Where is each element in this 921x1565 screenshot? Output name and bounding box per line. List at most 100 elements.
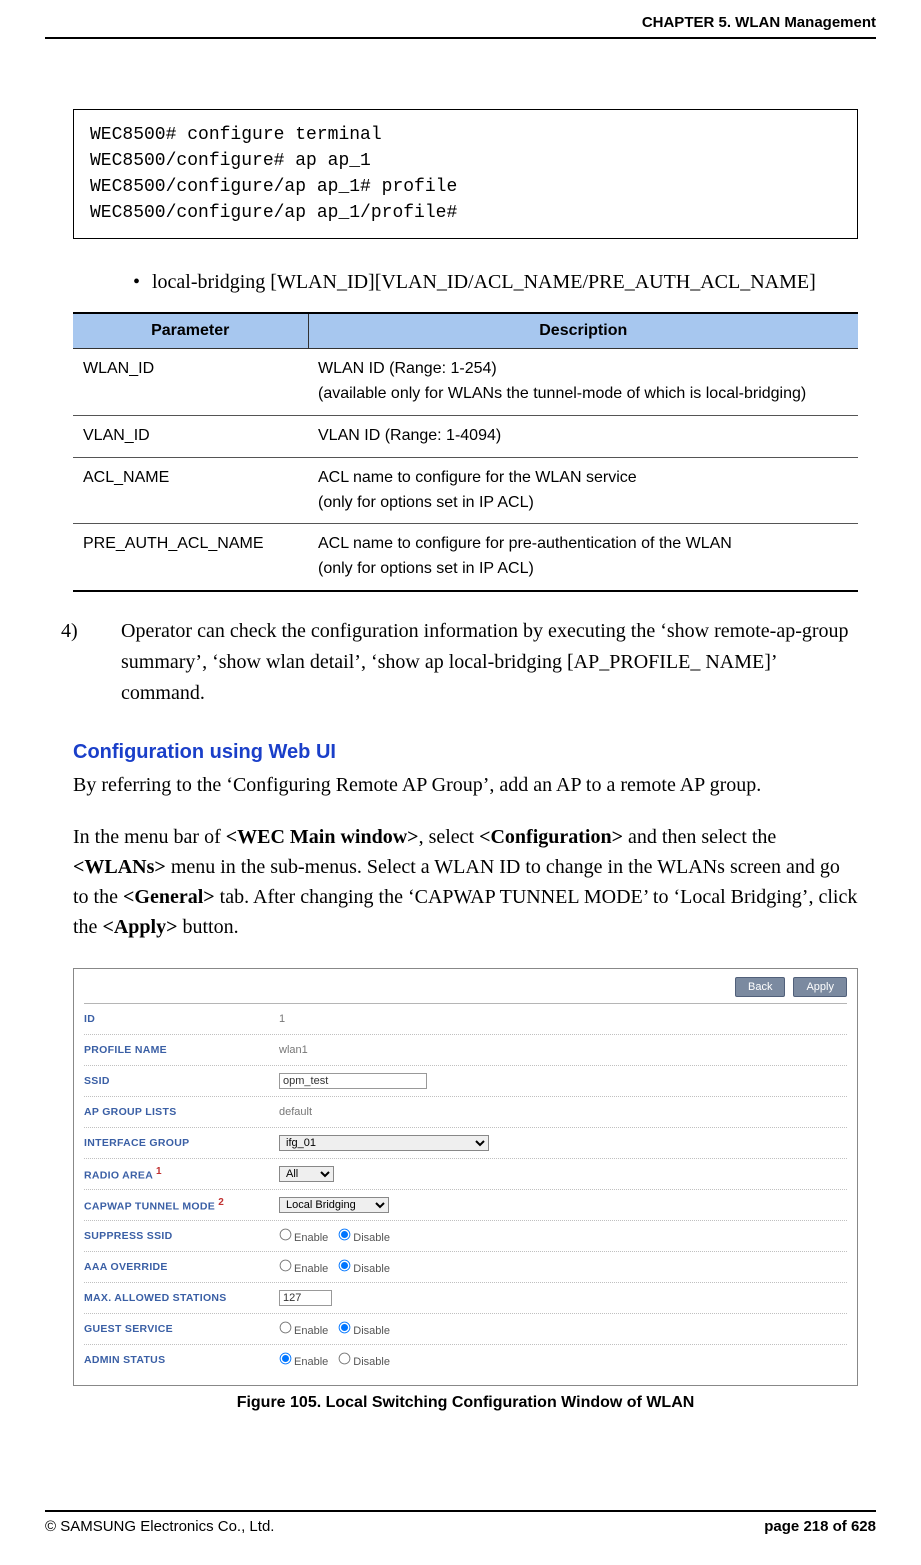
param-cell: VLAN_ID: [73, 415, 308, 457]
footer-rule: [45, 1510, 876, 1512]
radio-option-enable[interactable]: Enable: [279, 1352, 328, 1368]
table-header-description: Description: [308, 313, 858, 349]
row-capwap-tunnel-mode: CAPWAP TUNNEL MODE 2 Local Bridging: [84, 1190, 847, 1221]
param-cell: WLAN_ID: [73, 349, 308, 416]
table-row: PRE_AUTH_ACL_NAME ACL name to configure …: [73, 524, 858, 591]
code-line: WEC8500# configure terminal: [90, 125, 382, 145]
value-ap-group-lists: default: [279, 1106, 312, 1118]
step-text: Operator can check the configuration inf…: [121, 620, 849, 704]
radio-enable[interactable]: [280, 1229, 292, 1241]
footnote-marker: 2: [218, 1197, 224, 1208]
radio-enable[interactable]: [280, 1260, 292, 1272]
radio-area-select[interactable]: All: [279, 1166, 334, 1182]
bullet-local-bridging: • local-bridging [WLAN_ID][VLAN_ID/ACL_N…: [133, 271, 858, 294]
step-4: 4)Operator can check the configuration i…: [73, 616, 858, 709]
label-ap-group-lists: AP GROUP LISTS: [84, 1106, 279, 1118]
radio-label: Disable: [353, 1232, 390, 1244]
row-aaa-override: AAA OVERRIDE Enable Disable: [84, 1252, 847, 1283]
radio-enable[interactable]: [280, 1322, 292, 1334]
desc-cell: VLAN ID (Range: 1-4094): [308, 415, 858, 457]
param-cell: PRE_AUTH_ACL_NAME: [73, 524, 308, 591]
label-radio-area: RADIO AREA 1: [84, 1166, 279, 1182]
admin-status-radio-group: Enable Disable: [279, 1352, 390, 1368]
row-max-allowed-stations: MAX. ALLOWED STATIONS: [84, 1283, 847, 1314]
row-ssid: SSID: [84, 1066, 847, 1097]
code-line: WEC8500/configure/ap ap_1# profile: [90, 177, 457, 197]
page-footer: © SAMSUNG Electronics Co., Ltd. page 218…: [45, 1510, 876, 1535]
radio-disable[interactable]: [339, 1353, 351, 1365]
bold: <General>: [123, 886, 215, 908]
bold: <Configuration>: [479, 826, 623, 848]
row-ap-group-lists: AP GROUP LISTS default: [84, 1097, 847, 1128]
radio-option-disable[interactable]: Disable: [338, 1259, 390, 1275]
bold: <Apply>: [102, 916, 177, 938]
radio-label: Enable: [294, 1263, 328, 1275]
label-text: RADIO AREA: [84, 1170, 153, 1182]
table-row: ACL_NAME ACL name to configure for the W…: [73, 457, 858, 524]
radio-label: Disable: [353, 1325, 390, 1337]
aaa-override-radio-group: Enable Disable: [279, 1259, 390, 1275]
radio-label: Disable: [353, 1356, 390, 1368]
apply-button[interactable]: Apply: [793, 977, 847, 997]
step-number: 4): [91, 616, 121, 647]
label-ssid: SSID: [84, 1075, 279, 1087]
table-row: WLAN_ID WLAN ID (Range: 1-254) (availabl…: [73, 349, 858, 416]
code-line: WEC8500/configure/ap ap_1/profile#: [90, 203, 457, 223]
table-header-parameter: Parameter: [73, 313, 308, 349]
toolbar: Back Apply: [84, 977, 847, 997]
footer-copyright: © SAMSUNG Electronics Co., Ltd.: [45, 1518, 274, 1535]
page-content: WEC8500# configure terminal WEC8500/conf…: [45, 39, 876, 1412]
desc-cell: WLAN ID (Range: 1-254) (available only f…: [308, 349, 858, 416]
radio-disable[interactable]: [339, 1229, 351, 1241]
max-allowed-stations-input[interactable]: [279, 1290, 332, 1306]
text: and then select the: [623, 826, 776, 848]
label-guest-service: GUEST SERVICE: [84, 1323, 279, 1335]
radio-option-disable[interactable]: Disable: [338, 1352, 390, 1368]
radio-option-enable[interactable]: Enable: [279, 1228, 328, 1244]
param-cell: ACL_NAME: [73, 457, 308, 524]
desc-cell: ACL name to configure for pre-authentica…: [308, 524, 858, 591]
radio-label: Disable: [353, 1263, 390, 1275]
label-suppress-ssid: SUPPRESS SSID: [84, 1230, 279, 1242]
radio-label: Enable: [294, 1356, 328, 1368]
back-button[interactable]: Back: [735, 977, 785, 997]
bold: <WLANs>: [73, 856, 166, 878]
radio-enable[interactable]: [280, 1353, 292, 1365]
text: button.: [177, 916, 238, 938]
radio-disable[interactable]: [339, 1260, 351, 1272]
radio-option-disable[interactable]: Disable: [338, 1228, 390, 1244]
bullet-text: local-bridging [WLAN_ID][VLAN_ID/ACL_NAM…: [152, 271, 816, 293]
value-profile-name: wlan1: [279, 1044, 308, 1056]
suppress-ssid-radio-group: Enable Disable: [279, 1228, 390, 1244]
text: , select: [419, 826, 480, 848]
radio-disable[interactable]: [339, 1322, 351, 1334]
row-radio-area: RADIO AREA 1 All: [84, 1159, 847, 1190]
label-aaa-override: AAA OVERRIDE: [84, 1261, 279, 1273]
bold: <WEC Main window>: [226, 826, 419, 848]
heading-webui: Configuration using Web UI: [73, 741, 858, 764]
label-id: ID: [84, 1013, 279, 1025]
row-guest-service: GUEST SERVICE Enable Disable: [84, 1314, 847, 1345]
desc-cell: ACL name to configure for the WLAN servi…: [308, 457, 858, 524]
label-capwap-tunnel-mode: CAPWAP TUNNEL MODE 2: [84, 1197, 279, 1213]
radio-label: Enable: [294, 1232, 328, 1244]
row-profile-name: PROFILE NAME wlan1: [84, 1035, 847, 1066]
radio-option-enable[interactable]: Enable: [279, 1259, 328, 1275]
row-admin-status: ADMIN STATUS Enable Disable: [84, 1345, 847, 1375]
value-id: 1: [279, 1013, 285, 1025]
capwap-tunnel-mode-select[interactable]: Local Bridging: [279, 1197, 389, 1213]
radio-option-disable[interactable]: Disable: [338, 1321, 390, 1337]
ssid-input[interactable]: [279, 1073, 427, 1089]
table-row: VLAN_ID VLAN ID (Range: 1-4094): [73, 415, 858, 457]
radio-label: Enable: [294, 1325, 328, 1337]
paragraph: In the menu bar of <WEC Main window>, se…: [73, 822, 858, 942]
cli-code-block: WEC8500# configure terminal WEC8500/conf…: [73, 109, 858, 239]
paragraph: By referring to the ‘Configuring Remote …: [73, 770, 858, 800]
label-interface-group: INTERFACE GROUP: [84, 1137, 279, 1149]
label-profile-name: PROFILE NAME: [84, 1044, 279, 1056]
guest-service-radio-group: Enable Disable: [279, 1321, 390, 1337]
page-header: CHAPTER 5. WLAN Management: [45, 0, 876, 37]
radio-option-enable[interactable]: Enable: [279, 1321, 328, 1337]
bullet-marker: •: [133, 271, 147, 294]
interface-group-select[interactable]: ifg_01: [279, 1135, 489, 1151]
